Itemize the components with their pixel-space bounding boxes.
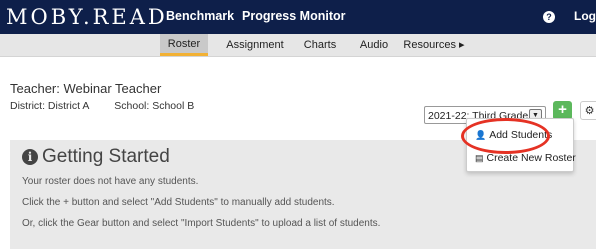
gear-icon[interactable]: ⚙ (580, 101, 596, 120)
nav-benchmark[interactable]: Benchmark (164, 0, 236, 34)
add-menu-dropdown: 👤 Add Students ▤ Create New Roster (466, 118, 576, 172)
add-user-icon: 👤 (475, 130, 487, 140)
getting-started-title: i Getting Started (22, 146, 170, 168)
info-icon: i (22, 149, 38, 165)
tab-roster[interactable]: Roster (160, 34, 208, 56)
menu-item-add-students[interactable]: 👤 Add Students (467, 126, 573, 144)
tab-audio[interactable]: Audio (354, 34, 394, 56)
getting-started-line: Or, click the Gear button and select "Im… (22, 218, 381, 229)
tab-assignment[interactable]: Assignment (222, 34, 288, 56)
help-icon[interactable]: ? (543, 11, 555, 23)
moby-read-logo[interactable]: MOBY.READ (6, 5, 168, 29)
sub-navbar: Roster Assignment Charts Audio Resources… (0, 34, 596, 57)
roster-icon: ▤ (475, 153, 484, 163)
tab-charts[interactable]: Charts (296, 34, 344, 56)
tab-resources[interactable]: Resources ▸ (401, 34, 467, 56)
nav-progress-monitor[interactable]: Progress Monitor (240, 0, 348, 34)
getting-started-title-text: Getting Started (42, 146, 170, 167)
school-label: School: School B (114, 100, 195, 112)
district-school-info: District: District A School: School B (10, 100, 216, 112)
top-navbar: MOBY.READ Benchmark Progress Monitor ? L… (0, 0, 596, 34)
getting-started-line: Your roster does not have any students. (22, 176, 199, 187)
menu-item-create-roster[interactable]: ▤ Create New Roster (467, 149, 576, 167)
login-link[interactable]: Log (574, 0, 596, 34)
menu-item-create-roster-label: Create New Roster (486, 152, 576, 164)
teacher-name: Teacher: Webinar Teacher (10, 81, 162, 96)
menu-item-add-students-label: Add Students (489, 129, 553, 141)
district-label: District: District A (10, 100, 90, 112)
getting-started-line: Click the + button and select "Add Stude… (22, 197, 335, 208)
